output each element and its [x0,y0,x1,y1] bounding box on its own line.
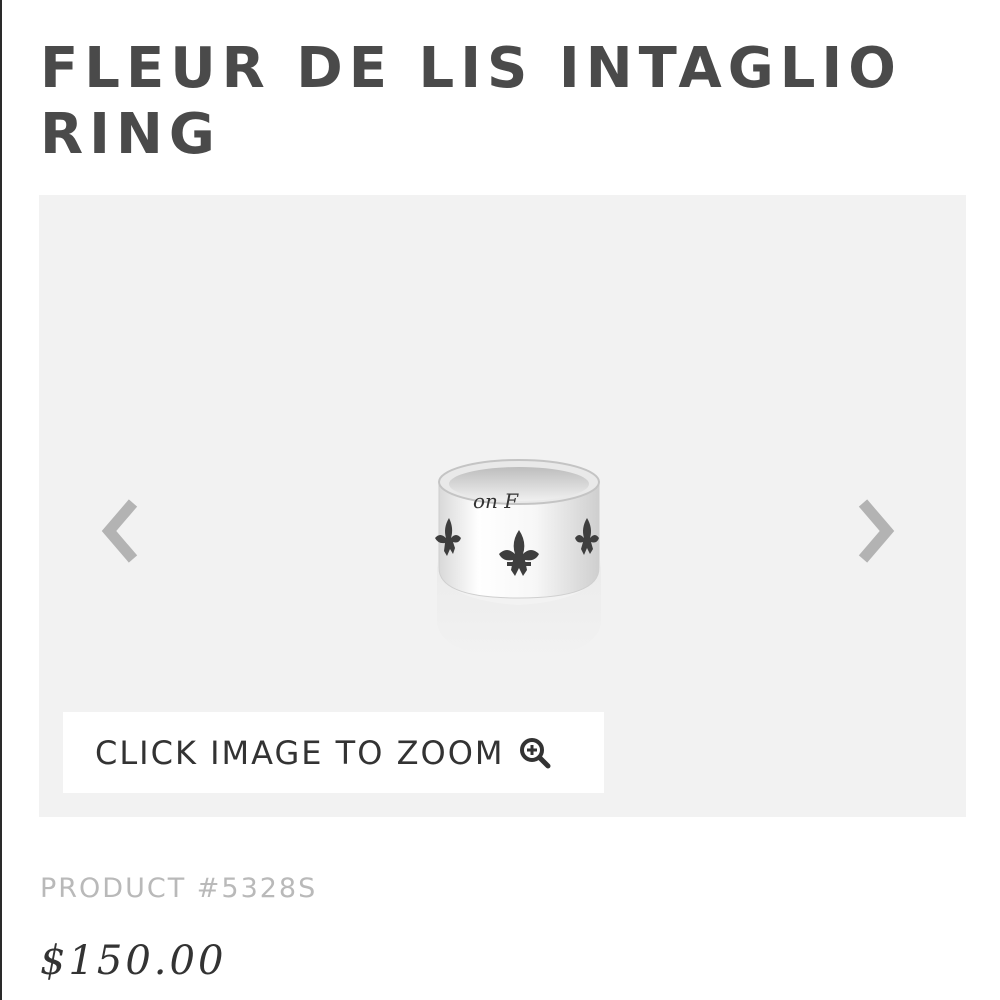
zoom-button[interactable]: CLICK IMAGE TO ZOOM [63,712,604,793]
svg-text:on F: on F [473,489,519,513]
previous-image-button[interactable] [95,495,151,567]
product-image-gallery[interactable]: on F CLICK IMAGE TO ZOOM [39,195,966,817]
product-image[interactable]: on F [429,450,609,670]
product-page: FLEUR DE LIS INTAGLIO RING on F CLICK IM… [0,0,1000,1000]
chevron-right-icon [858,499,895,563]
zoom-in-icon [520,737,551,768]
next-image-button[interactable] [845,495,901,567]
product-price: $150.00 [40,938,227,984]
product-number: PRODUCT #5328S [40,873,318,904]
chevron-left-icon [101,499,138,563]
zoom-label: CLICK IMAGE TO ZOOM [95,733,505,772]
product-title: FLEUR DE LIS INTAGLIO RING [40,36,902,167]
